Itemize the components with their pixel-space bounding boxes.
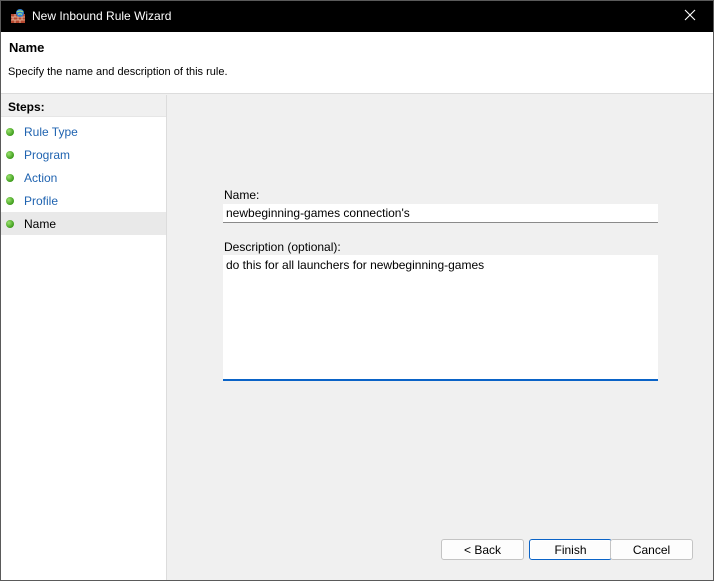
page-header: Name Specify the name and description of…	[1, 32, 713, 94]
step-label: Program	[24, 148, 71, 162]
description-label: Description (optional):	[224, 240, 341, 254]
close-button[interactable]	[667, 1, 713, 32]
page-description: Specify the name and description of this…	[8, 66, 228, 78]
description-input[interactable]: do this for all launchers for newbeginni…	[223, 255, 658, 381]
step-program[interactable]: Program	[1, 143, 166, 166]
window-title: New Inbound Rule Wizard	[32, 9, 172, 23]
steps-heading: Steps:	[1, 95, 166, 117]
step-action[interactable]: Action	[1, 166, 166, 189]
title-bar[interactable]: New Inbound Rule Wizard	[1, 1, 713, 32]
close-icon	[684, 9, 696, 24]
name-input[interactable]	[223, 204, 658, 223]
step-label: Action	[24, 171, 58, 185]
step-label: Profile	[24, 194, 59, 208]
form-area: Name: Description (optional): do this fo…	[168, 95, 713, 580]
cancel-button[interactable]: Cancel	[610, 539, 693, 560]
step-complete-icon	[6, 197, 14, 205]
step-complete-icon	[6, 128, 14, 136]
page-title: Name	[9, 40, 45, 55]
step-rule-type[interactable]: Rule Type	[1, 120, 166, 143]
step-complete-icon	[6, 174, 14, 182]
steps-panel: Steps: Rule Type Program Action Profile …	[1, 95, 167, 580]
wizard-window: New Inbound Rule Wizard Name Specify the…	[0, 0, 714, 581]
name-label: Name:	[224, 188, 260, 202]
step-label: Rule Type	[24, 125, 78, 139]
step-label: Name	[24, 217, 57, 231]
step-current-icon	[6, 220, 14, 228]
step-profile[interactable]: Profile	[1, 189, 166, 212]
firewall-icon	[10, 8, 26, 24]
step-complete-icon	[6, 151, 14, 159]
step-name: Name	[1, 212, 166, 235]
finish-button[interactable]: Finish	[529, 539, 612, 560]
back-button[interactable]: < Back	[441, 539, 524, 560]
